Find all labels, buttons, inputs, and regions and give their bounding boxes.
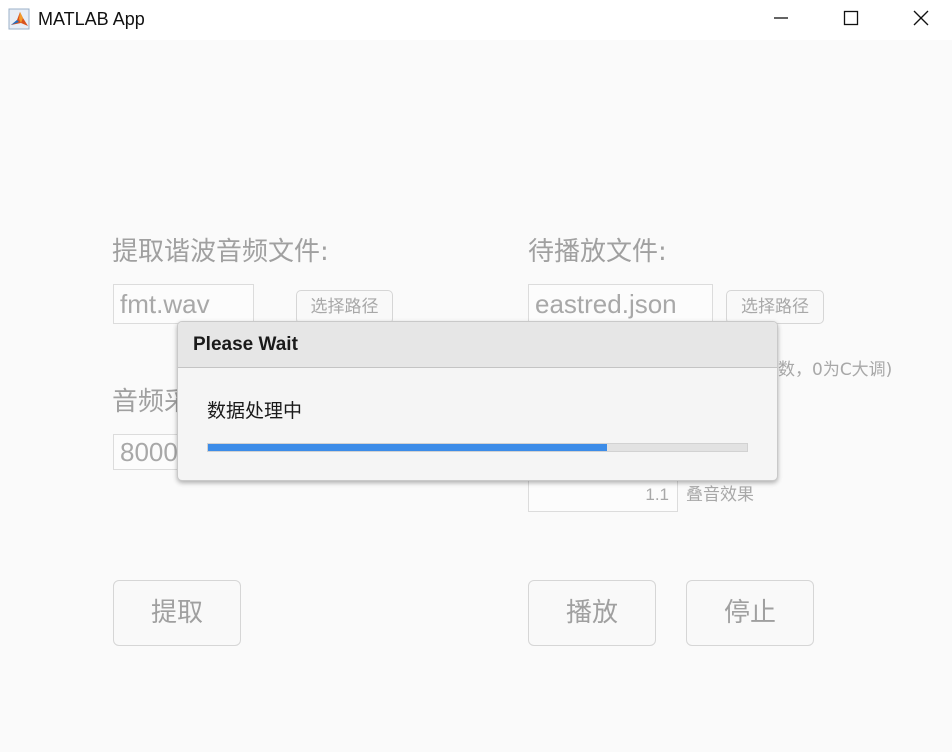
dialog-header: Please Wait [178, 322, 777, 368]
stop-button[interactable]: 停止 [686, 580, 814, 646]
dialog-message: 数据处理中 [207, 400, 303, 422]
maximize-icon [843, 10, 859, 26]
window-title: MATLAB App [38, 9, 145, 29]
play-file-label: 待播放文件: [528, 237, 667, 267]
play-select-path-button[interactable]: 选择路径 [726, 290, 824, 324]
play-button[interactable]: 播放 [528, 580, 656, 646]
overlap-field[interactable]: 1.1 [528, 478, 678, 512]
minimize-icon [774, 17, 788, 19]
close-icon [913, 10, 929, 26]
progress-bar [207, 443, 748, 452]
extract-file-label: 提取谐波音频文件: [112, 237, 329, 267]
sample-rate-field[interactable]: 8000 [113, 434, 183, 470]
key-hint-text: 数，0为C大调) [778, 360, 893, 380]
overlap-label: 叠音效果 [686, 485, 754, 505]
progress-bar-fill [208, 444, 607, 451]
play-file-field[interactable]: eastred.json [528, 284, 713, 324]
extract-select-path-button[interactable]: 选择路径 [296, 290, 393, 324]
please-wait-dialog: Please Wait 数据处理中 [177, 321, 778, 481]
title-bar: MATLAB App [0, 0, 952, 40]
extract-button[interactable]: 提取 [113, 580, 241, 646]
matlab-icon [8, 8, 30, 30]
extract-file-field[interactable]: fmt.wav [113, 284, 254, 324]
dialog-title: Please Wait [193, 334, 298, 355]
minimize-button[interactable] [758, 0, 804, 36]
close-button[interactable] [898, 0, 944, 36]
maximize-button[interactable] [828, 0, 874, 36]
